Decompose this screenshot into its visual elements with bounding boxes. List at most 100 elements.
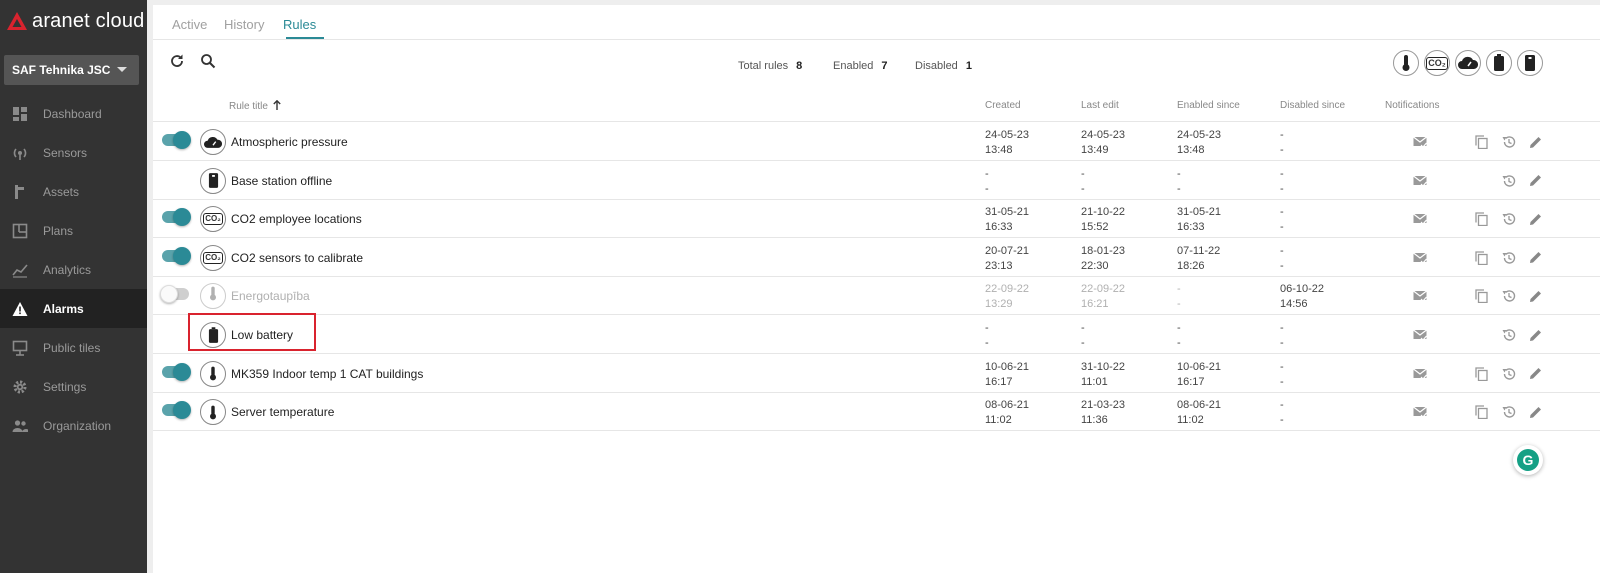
rule-title[interactable]: Energotaupība [231, 289, 310, 303]
cell-disabled-since: -- [1280, 398, 1284, 428]
edit-icon[interactable] [1527, 404, 1543, 420]
table-row[interactable]: Energotaupība 22-09-22 13:29 22-09-22 16:21 -… [153, 276, 1600, 316]
history-icon[interactable] [1501, 366, 1517, 382]
edit-icon[interactable] [1527, 288, 1543, 304]
rule-title[interactable]: CO2 employee locations [231, 212, 362, 226]
mail-check-icon[interactable] [1412, 404, 1428, 420]
main-panel: Active History Rules Total rules 8 Enable… [153, 5, 1600, 573]
tab-active[interactable]: Active [172, 17, 207, 32]
cell-last-edit: 21-03-23 11:36 [1081, 398, 1125, 428]
tab-rules[interactable]: Rules [283, 17, 316, 32]
copy-icon[interactable] [1473, 134, 1489, 150]
nav-item-settings[interactable]: Settings [0, 367, 147, 406]
rule-title[interactable]: CO2 sensors to calibrate [231, 251, 363, 265]
rule-toggle[interactable] [162, 246, 191, 265]
rule-title[interactable]: Base station offline [231, 174, 332, 188]
history-icon[interactable] [1501, 173, 1517, 189]
copy-icon[interactable] [1473, 404, 1489, 420]
rule-title[interactable]: MK359 Indoor temp 1 CAT buildings [231, 367, 423, 381]
rule-title[interactable]: Server temperature [231, 405, 334, 419]
filter-pressure[interactable] [1455, 50, 1481, 76]
tab-history[interactable]: History [224, 17, 264, 32]
nav-item-public-tiles[interactable]: Public tiles [0, 328, 147, 367]
history-icon[interactable] [1501, 327, 1517, 343]
cell-enabled-since: 10-06-21 16:17 [1177, 360, 1221, 390]
cell-date: 10-06-21 [985, 360, 1030, 373]
thermometer-icon [200, 283, 226, 310]
table-row[interactable]: Server temperature 08-06-21 11:02 21-03-23 1… [153, 392, 1600, 432]
history-icon[interactable] [1501, 134, 1517, 150]
nav-item-plans[interactable]: Plans [0, 211, 147, 250]
rule-toggle[interactable] [162, 208, 191, 227]
col-enabled-since[interactable]: Enabled since [1177, 100, 1240, 111]
table-row[interactable]: MK359 Indoor temp 1 CAT buildings 10-06-2… [153, 354, 1600, 393]
copy-icon[interactable] [1473, 211, 1489, 227]
rule-toggle[interactable] [162, 401, 191, 420]
history-icon[interactable] [1501, 288, 1517, 304]
search-icon[interactable] [199, 52, 217, 70]
nav-item-assets[interactable]: Assets [0, 172, 147, 211]
nav-item-analytics[interactable]: Analytics [0, 250, 147, 289]
cell-date: - [1280, 206, 1284, 219]
mail-check-icon[interactable] [1412, 327, 1428, 343]
gear-icon [12, 379, 28, 395]
rule-toggle[interactable] [160, 285, 189, 304]
cell-enabled-since: 07-11-22 18:26 [1177, 244, 1220, 274]
copy-icon[interactable] [1473, 250, 1489, 266]
edit-icon[interactable] [1527, 250, 1543, 266]
history-icon[interactable] [1501, 404, 1517, 420]
mail-check-icon[interactable] [1412, 250, 1428, 266]
nav-item-label: Alarms [43, 301, 84, 316]
mail-check-icon[interactable] [1412, 173, 1428, 189]
organization-select[interactable]: SAF Tehnika JSC [4, 55, 139, 85]
table-row[interactable]: CO₂ CO2 employee locations 31-05-21 16:33 21… [153, 199, 1600, 239]
filter-co2[interactable]: CO₂ [1424, 50, 1450, 76]
brand-logo[interactable]: aranet cloud [6, 8, 144, 34]
nav-item-alarms[interactable]: Alarms [0, 289, 147, 328]
cell-time: - [1280, 221, 1284, 234]
col-last-edit[interactable]: Last edit [1081, 100, 1119, 111]
col-created[interactable]: Created [985, 100, 1021, 111]
cell-last-edit: 18-01-23 22:30 [1081, 244, 1125, 274]
edit-icon[interactable] [1527, 173, 1543, 189]
table-row[interactable]: CO₂ CO2 sensors to calibrate 20-07-21 23:13… [153, 238, 1600, 277]
rule-toggle[interactable] [162, 131, 191, 149]
mail-check-icon[interactable] [1412, 134, 1428, 150]
table-row[interactable]: Base station offline - - - - - - - - [153, 161, 1600, 200]
grammarly-button[interactable]: G [1513, 445, 1543, 475]
nav-item-sensors[interactable]: Sensors [0, 133, 147, 172]
mail-check-icon[interactable] [1412, 366, 1428, 382]
col-rule-title[interactable]: Rule title [229, 99, 281, 113]
cell-created: -- [985, 167, 989, 197]
mail-check-icon[interactable] [1412, 211, 1428, 227]
mail-check-icon[interactable] [1412, 288, 1428, 304]
cell-date: - [1280, 244, 1284, 257]
copy-icon[interactable] [1473, 288, 1489, 304]
pressure-icon [200, 129, 226, 155]
history-icon[interactable] [1501, 250, 1517, 266]
edit-icon[interactable] [1527, 366, 1543, 382]
toggle-knob [173, 362, 191, 381]
rule-title[interactable]: Atmospheric pressure [231, 135, 348, 149]
stat-total-label: Total rules [738, 60, 789, 72]
filter-temperature[interactable] [1393, 50, 1419, 76]
edit-icon[interactable] [1527, 327, 1543, 343]
filter-battery[interactable] [1486, 50, 1512, 76]
rule-toggle[interactable] [162, 362, 191, 381]
copy-icon[interactable] [1473, 366, 1489, 382]
nav-item-organization[interactable]: Organization [0, 406, 147, 445]
history-icon[interactable] [1501, 211, 1517, 227]
col-disabled-since[interactable]: Disabled since [1280, 100, 1345, 111]
table-row[interactable]: Low battery - - - - - - - - [153, 315, 1600, 354]
cell-disabled-since: -- [1280, 321, 1284, 351]
cell-date: 31-10-22 [1081, 360, 1126, 373]
edit-icon[interactable] [1527, 134, 1543, 150]
refresh-icon[interactable] [168, 52, 186, 70]
table-row[interactable]: Atmospheric pressure 24-05-23 13:48 24-05-2… [153, 122, 1600, 161]
nav-item-dashboard[interactable]: Dashboard [0, 94, 147, 133]
cell-time: 13:48 [985, 144, 1013, 156]
filter-base-station[interactable] [1517, 50, 1543, 76]
edit-icon[interactable] [1527, 211, 1543, 227]
cell-date: 22-09-22 [1081, 283, 1126, 296]
cell-date: - [1177, 283, 1181, 296]
